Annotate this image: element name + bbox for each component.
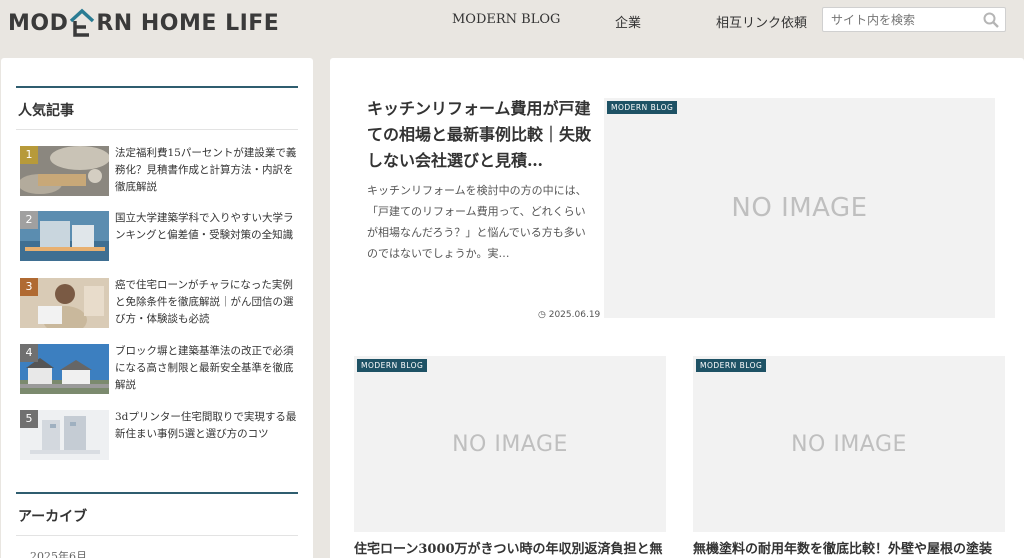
- search-icon[interactable]: [983, 12, 999, 28]
- popular-post-item[interactable]: 2 国立大学建築学科で入りやすい大学ランキングと偏差値・受験対策の全知識: [20, 211, 300, 263]
- post-card-title[interactable]: 住宅ローン3000万がきつい時の年収別返済負担と無: [354, 538, 666, 558]
- archive-title: アーカイブ: [16, 492, 298, 536]
- rank-badge: 1: [20, 146, 38, 164]
- logo-text-pre: MOD: [8, 10, 69, 36]
- site-header: MOD RN HOME LIFE MODERN BLOG 企業 相互リンク依頼: [0, 0, 1024, 46]
- popular-post-title[interactable]: 国立大学建築学科で入りやすい大学ランキングと偏差値・受験対策の全知識: [115, 210, 301, 244]
- archive-item[interactable]: 2025年6月: [30, 548, 87, 558]
- post-card-thumbnail[interactable]: MODERN BLOG NO IMAGE: [354, 356, 666, 532]
- popular-post-item[interactable]: 4 ブロック塀と建築基準法の改正で必須になる高さ制限と最新安全基準を徹底解説: [20, 344, 300, 396]
- post-card-thumbnail[interactable]: MODERN BLOG NO IMAGE: [693, 356, 1005, 532]
- featured-post-date-text: 2025.06.19: [548, 310, 601, 320]
- rank-badge: 3: [20, 278, 38, 296]
- post-thumbnail[interactable]: 4: [20, 344, 109, 394]
- featured-post-title[interactable]: キッチンリフォーム費用が戸建ての相場と最新事例比較｜失敗しない会社選びと見積…: [367, 96, 591, 174]
- category-badge[interactable]: MODERN BLOG: [357, 359, 428, 372]
- main-content: キッチンリフォーム費用が戸建ての相場と最新事例比較｜失敗しない会社選びと見積… …: [330, 58, 1024, 558]
- featured-post-thumbnail[interactable]: MODERN BLOG NO IMAGE: [604, 98, 995, 318]
- search-box: [822, 7, 1006, 32]
- popular-post-item[interactable]: 3 癌で住宅ローンがチャラになった実例と免除条件を徹底解説｜がん団信の選び方・体…: [20, 278, 300, 330]
- post-thumbnail[interactable]: 3: [20, 278, 109, 328]
- nav-modern-blog[interactable]: MODERN BLOG: [452, 12, 560, 27]
- popular-post-item[interactable]: 1 法定福利費15パーセントが建設業で義務化？見積書作成と計算方法・内訳を徹底解…: [20, 146, 300, 198]
- popular-post-item[interactable]: 5 3dプリンター住宅間取りで実現する最新住まい事例5選と選び方のコツ: [20, 410, 300, 462]
- post-card-title[interactable]: 無機塗料の耐用年数を徹底比較！外壁や屋根の塗装: [693, 538, 1005, 558]
- post-thumbnail[interactable]: 2: [20, 211, 109, 261]
- search-input[interactable]: [823, 8, 973, 31]
- popular-post-title[interactable]: 癌で住宅ローンがチャラになった実例と免除条件を徹底解説｜がん団信の選び方・体験談…: [115, 277, 301, 328]
- popular-posts-title: 人気記事: [16, 86, 298, 130]
- no-image-text: NO IMAGE: [731, 193, 868, 223]
- sidebar: 人気記事 1 法定福利費15パーセントが建設業で義務化？見積書作成と計算方法・内…: [1, 58, 313, 558]
- logo-text-post: RN HOME LIFE: [96, 10, 280, 36]
- post-thumbnail[interactable]: 5: [20, 410, 109, 460]
- category-badge[interactable]: MODERN BLOG: [607, 101, 678, 114]
- rank-badge: 2: [20, 211, 38, 229]
- rank-badge: 5: [20, 410, 38, 428]
- featured-post-excerpt: キッチンリフォームを検討中の方の中には、「戸建てのリフォーム費用って、どれくらい…: [367, 184, 587, 260]
- site-logo[interactable]: MOD RN HOME LIFE: [8, 6, 279, 40]
- clock-icon: ◷: [538, 310, 546, 320]
- no-image-text: NO IMAGE: [791, 431, 907, 457]
- popular-post-title[interactable]: 3dプリンター住宅間取りで実現する最新住まい事例5選と選び方のコツ: [115, 409, 301, 443]
- nav-link-request[interactable]: 相互リンク依頼: [716, 12, 807, 31]
- post-thumbnail[interactable]: 1: [20, 146, 109, 196]
- popular-post-title[interactable]: 法定福利費15パーセントが建設業で義務化？見積書作成と計算方法・内訳を徹底解説: [115, 145, 301, 196]
- nav-company[interactable]: 企業: [615, 12, 641, 31]
- no-image-text: NO IMAGE: [452, 431, 568, 457]
- category-badge[interactable]: MODERN BLOG: [696, 359, 767, 372]
- house-icon: [69, 8, 95, 37]
- rank-badge: 4: [20, 344, 38, 362]
- popular-post-title[interactable]: ブロック塀と建築基準法の改正で必須になる高さ制限と最新安全基準を徹底解説: [115, 343, 301, 394]
- featured-post-date: ◷ 2025.06.19: [538, 310, 600, 320]
